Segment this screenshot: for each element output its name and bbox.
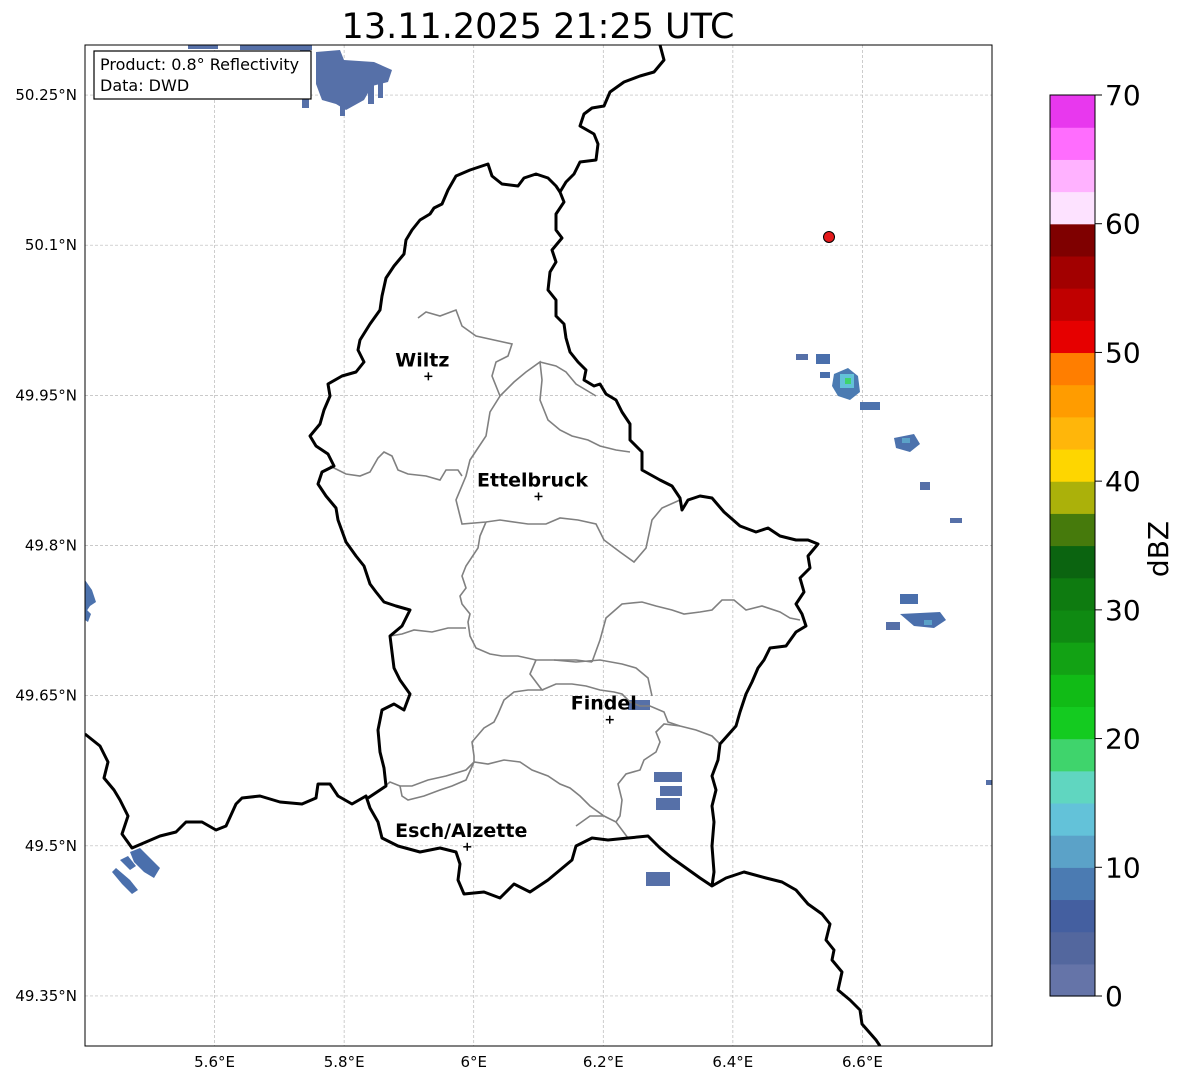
colorbar-segment: [1050, 448, 1095, 482]
colorbar-segment: [1050, 352, 1095, 386]
colorbar-tick-label: 30: [1105, 594, 1141, 627]
colorbar: 0 10 20 30 40 50 60 70 dBZ: [1049, 79, 1175, 1013]
colorbar-segment: [1050, 899, 1095, 933]
colorbar-segment: [1050, 384, 1095, 418]
city-label: Wiltz: [395, 349, 449, 371]
colorbar-segment: [1050, 802, 1095, 836]
colorbar-segment: [1050, 513, 1095, 547]
longitude-tick-label: 6.6°E: [842, 1053, 883, 1071]
colorbar-segment: [1050, 738, 1095, 772]
colorbar-segment: [1050, 288, 1095, 321]
colorbar-segment: [1050, 127, 1095, 160]
colorbar-segment: [1050, 95, 1095, 128]
colorbar-segment: [1050, 931, 1095, 965]
latitude-tick-labels: 50.25°N 50.1°N 49.95°N 49.8°N 49.65°N 49.5°N 4…: [15, 86, 77, 1005]
longitude-tick-label: 6.2°E: [583, 1053, 624, 1071]
colorbar-segment: [1050, 191, 1095, 225]
colorbar-tick-label: 10: [1105, 851, 1141, 884]
colorbar-segments: [1050, 95, 1095, 997]
colorbar-tick-labels: 0 10 20 30 40 50 60 70: [1095, 79, 1141, 1013]
colorbar-segment: [1050, 416, 1095, 450]
colorbar-tick-label: 40: [1105, 465, 1141, 498]
latitude-tick-label: 49.65°N: [15, 687, 77, 705]
colorbar-segment: [1050, 674, 1095, 707]
data-source-text: Data: DWD: [100, 76, 189, 95]
latitude-tick-label: 49.35°N: [15, 987, 77, 1005]
longitude-tick-label: 5.8°E: [324, 1053, 365, 1071]
latitude-tick-label: 49.5°N: [25, 837, 77, 855]
colorbar-segment: [1050, 963, 1095, 997]
map-panel: WiltzEttelbruckFindelEsch/Alzette 5.6°E 5…: [15, 44, 993, 1071]
colorbar-segment: [1050, 867, 1095, 901]
colorbar-tick-label: 60: [1105, 208, 1141, 241]
city-label: Ettelbruck: [477, 469, 588, 491]
colorbar-segment: [1050, 545, 1095, 579]
colorbar-segment: [1050, 255, 1095, 289]
radar-figure: 13.11.2025 21:25 UTC WiltzEttelbruckFind…: [15, 7, 1175, 1071]
longitude-tick-label: 5.6°E: [194, 1053, 235, 1071]
latitude-tick-label: 49.8°N: [25, 537, 77, 555]
colorbar-tick-label: 50: [1105, 336, 1141, 369]
colorbar-segment: [1050, 320, 1095, 354]
colorbar-tick-label: 70: [1105, 79, 1141, 112]
info-box: Product: 0.8° Reflectivity Data: DWD: [93, 50, 312, 100]
latitude-tick-label: 49.95°N: [15, 386, 77, 404]
longitude-tick-label: 6°E: [460, 1053, 487, 1071]
figure-title: 13.11.2025 21:25 UTC: [342, 7, 735, 47]
colorbar-tick-label: 0: [1105, 980, 1123, 1013]
colorbar-segment: [1050, 642, 1095, 675]
longitude-tick-labels: 5.6°E 5.8°E 6°E 6.2°E 6.4°E 6.6°E: [194, 1053, 883, 1071]
colorbar-segment: [1050, 481, 1095, 514]
city-label: Esch/Alzette: [395, 820, 527, 842]
longitude-tick-label: 6.4°E: [712, 1053, 753, 1071]
colorbar-label: dBZ: [1142, 521, 1175, 577]
radar-site-marker: [823, 231, 835, 243]
product-text: Product: 0.8° Reflectivity: [100, 55, 299, 74]
colorbar-tick-label: 20: [1105, 723, 1141, 756]
colorbar-segment: [1050, 577, 1095, 611]
colorbar-segment: [1050, 706, 1095, 740]
colorbar-segment: [1050, 835, 1095, 868]
latitude-tick-label: 50.1°N: [25, 236, 77, 254]
city-label: Findel: [571, 693, 637, 715]
colorbar-segment: [1050, 159, 1095, 193]
colorbar-segment: [1050, 223, 1095, 257]
latitude-tick-label: 50.25°N: [15, 86, 77, 104]
colorbar-segment: [1050, 609, 1095, 643]
colorbar-segment: [1050, 770, 1095, 804]
